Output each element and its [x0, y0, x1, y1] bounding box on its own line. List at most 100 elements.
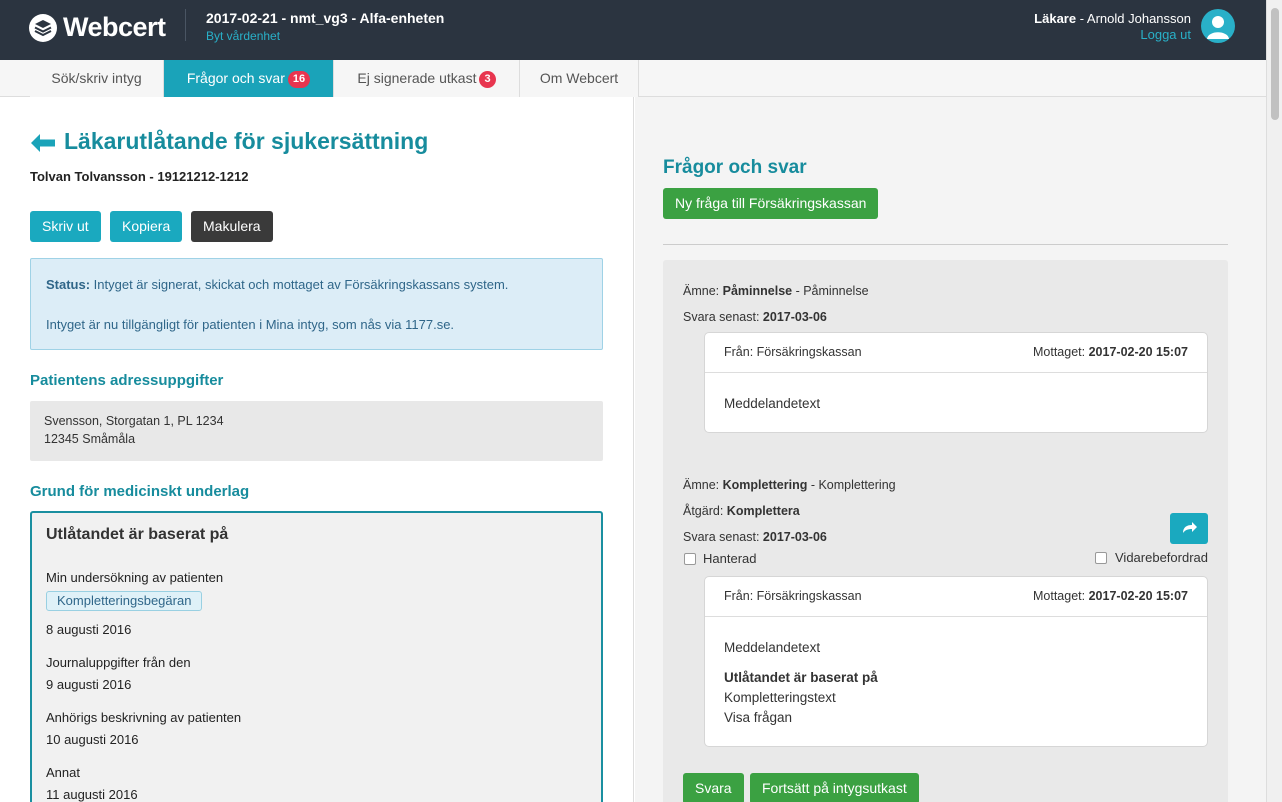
subject-rest: - Komplettering — [807, 478, 896, 492]
message-text: Meddelandetext — [724, 640, 821, 655]
qa-deadline: Svara senast: 2017-03-06 — [683, 310, 827, 324]
status-line: Status: Intyget är signerat, skickat och… — [46, 277, 508, 292]
address-line-2: 12345 Småmåla — [44, 432, 136, 446]
main-tabs: Sök/skriv intyg Frågor och svar 16 Ej sig… — [0, 60, 1266, 97]
share-arrow-icon — [1183, 522, 1197, 533]
qa-heading: Frågor och svar — [663, 157, 807, 178]
user-avatar-icon[interactable] — [1201, 9, 1235, 43]
qa-subject: Ämne: Komplettering - Komplettering — [683, 478, 896, 492]
subject-type: Komplettering — [722, 478, 808, 492]
address-box: Svensson, Storgatan 1, PL 1234 12345 Små… — [30, 401, 603, 461]
subject-label: Ämne: — [683, 284, 720, 298]
message-card: Från: Försäkringskassan Mottaget: 2017-0… — [704, 576, 1208, 747]
message-card: Från: Försäkringskassan Mottaget: 2017-0… — [704, 332, 1208, 433]
message-card-header: Från: Försäkringskassan Mottaget: 2017-0… — [705, 577, 1207, 617]
qa-subject: Ämne: Påminnelse - Påminnelse — [683, 284, 869, 298]
new-question-button[interactable]: Ny fråga till Försäkringskassan — [663, 188, 879, 219]
status-text: Intyget är signerat, skickat och mottage… — [90, 277, 509, 292]
tab-about-webcert[interactable]: Om Webcert — [520, 60, 639, 97]
page-scrollbar[interactable] — [1266, 0, 1282, 802]
user-role: Läkare — [1034, 11, 1077, 26]
tab-label: Frågor och svar — [186, 70, 285, 86]
message-received: Mottaget: 2017-02-20 15:07 — [1033, 345, 1188, 359]
deadline-date: 2017-03-06 — [762, 310, 827, 324]
address-line-1: Svensson, Storgatan 1, PL 1234 — [44, 414, 224, 428]
unit-title: 2017-02-21 - nmt_vg3 - Alfa-enheten — [206, 10, 445, 26]
handled-checkbox[interactable] — [684, 553, 696, 565]
received-date: 2017-02-20 15:07 — [1088, 589, 1188, 603]
ground-item-label: Min undersökning av patienten — [46, 570, 224, 585]
tab-label: Om Webcert — [539, 70, 619, 86]
logout-link[interactable]: Logga ut — [1140, 27, 1191, 42]
subject-type: Påminnelse — [722, 284, 793, 298]
ground-item-date: 8 augusti 2016 — [46, 622, 132, 637]
print-button[interactable]: Skriv ut — [30, 211, 101, 242]
status-label: Status: — [46, 277, 91, 292]
ground-item-label: Journaluppgifter från den — [46, 655, 191, 670]
deadline-label: Svara senast: — [683, 310, 760, 324]
received-label: Mottaget: — [1033, 345, 1086, 359]
forward-button[interactable] — [1170, 513, 1208, 544]
back-arrow-icon[interactable] — [31, 134, 55, 155]
received-date: 2017-02-20 15:07 — [1088, 345, 1188, 359]
user-name: - Arnold Johansson — [1076, 11, 1191, 26]
ground-item-date: 11 augusti 2016 — [46, 787, 138, 802]
revoke-button[interactable]: Makulera — [191, 211, 273, 242]
qa-list: Ämne: Påminnelse - Påminnelse Svara sena… — [663, 260, 1228, 802]
ground-item-label: Anhörigs beskrivning av patienten — [46, 710, 242, 725]
copy-button[interactable]: Kopiera — [110, 211, 183, 242]
forwarded-label: Vidarebefordrad — [1115, 550, 1208, 565]
availability-text: Intyget är nu tillgängligt för patienten… — [46, 317, 455, 332]
logo-text: Webcert — [63, 12, 166, 42]
deadline-date: 2017-03-06 — [762, 530, 827, 544]
complement-request-tag: Kompletteringsbegäran — [46, 591, 203, 611]
handled-label: Hanterad — [703, 551, 757, 566]
page-title: Läkarutlåtande för sjukersättning — [64, 128, 429, 154]
scrollbar-thumb[interactable] — [1271, 8, 1279, 120]
message-text: Meddelandetext — [724, 396, 821, 411]
tab-questions-answers[interactable]: Frågor och svar 16 — [164, 60, 334, 97]
user-info: Läkare - Arnold Johansson — [1034, 11, 1191, 26]
ground-box-title: Utlåtandet är baserat på — [46, 526, 229, 543]
action-value: Komplettera — [726, 504, 800, 518]
certificate-panel: Läkarutlåtande för sjukersättning Tolvan… — [0, 97, 634, 802]
drafts-count-badge: 3 — [479, 71, 496, 88]
deadline-label: Svara senast: — [683, 530, 760, 544]
show-question-link[interactable]: Visa frågan — [724, 710, 792, 725]
ground-heading: Grund för medicinskt underlag — [30, 483, 250, 500]
change-unit-link[interactable]: Byt vårdenhet — [206, 29, 280, 43]
tab-unsigned-drafts[interactable]: Ej signerade utkast 3 — [334, 60, 520, 97]
subject-label: Ämne: — [683, 478, 720, 492]
complement-text: Kompletteringstext — [724, 690, 836, 705]
qa-panel: Frågor och svar Ny fråga till Försäkring… — [635, 97, 1266, 802]
tab-label: Ej signerade utkast — [357, 70, 477, 86]
ground-box: Utlåtandet är baserat på Min undersöknin… — [30, 511, 603, 802]
top-header: Webcert 2017-02-21 - nmt_vg3 - Alfa-enhe… — [0, 0, 1266, 60]
webcert-logo[interactable]: Webcert — [29, 12, 166, 43]
layers-icon — [29, 13, 57, 42]
header-divider — [185, 9, 186, 41]
message-card-header: Från: Försäkringskassan Mottaget: 2017-0… — [705, 333, 1207, 373]
continue-draft-button[interactable]: Fortsätt på intygsutkast — [750, 773, 919, 802]
message-sender: Från: Försäkringskassan — [724, 345, 862, 359]
answer-button[interactable]: Svara — [683, 773, 744, 802]
unanswered-count-badge: 16 — [287, 71, 311, 88]
action-label: Åtgärd: — [683, 504, 724, 518]
status-alert: Status: Intyget är signerat, skickat och… — [30, 258, 603, 350]
ground-item-label: Annat — [46, 765, 80, 780]
message-sender: Från: Försäkringskassan — [724, 589, 862, 603]
forwarded-checkbox[interactable] — [1095, 552, 1107, 564]
address-heading: Patientens adressuppgifter — [30, 372, 224, 389]
divider — [663, 244, 1228, 245]
tab-search-write[interactable]: Sök/skriv intyg — [30, 60, 164, 97]
complement-heading: Utlåtandet är baserat på — [724, 670, 878, 685]
ground-item-date: 10 augusti 2016 — [46, 732, 139, 747]
patient-name-id: Tolvan Tolvansson - 19121212-1212 — [30, 169, 249, 184]
subject-rest: - Påminnelse — [792, 284, 869, 298]
ground-item-date: 9 augusti 2016 — [46, 677, 132, 692]
tab-label: Sök/skriv intyg — [51, 70, 142, 86]
message-received: Mottaget: 2017-02-20 15:07 — [1033, 589, 1188, 603]
received-label: Mottaget: — [1033, 589, 1086, 603]
qa-deadline: Svara senast: 2017-03-06 — [683, 530, 827, 544]
qa-action: Åtgärd: Komplettera — [683, 504, 800, 518]
